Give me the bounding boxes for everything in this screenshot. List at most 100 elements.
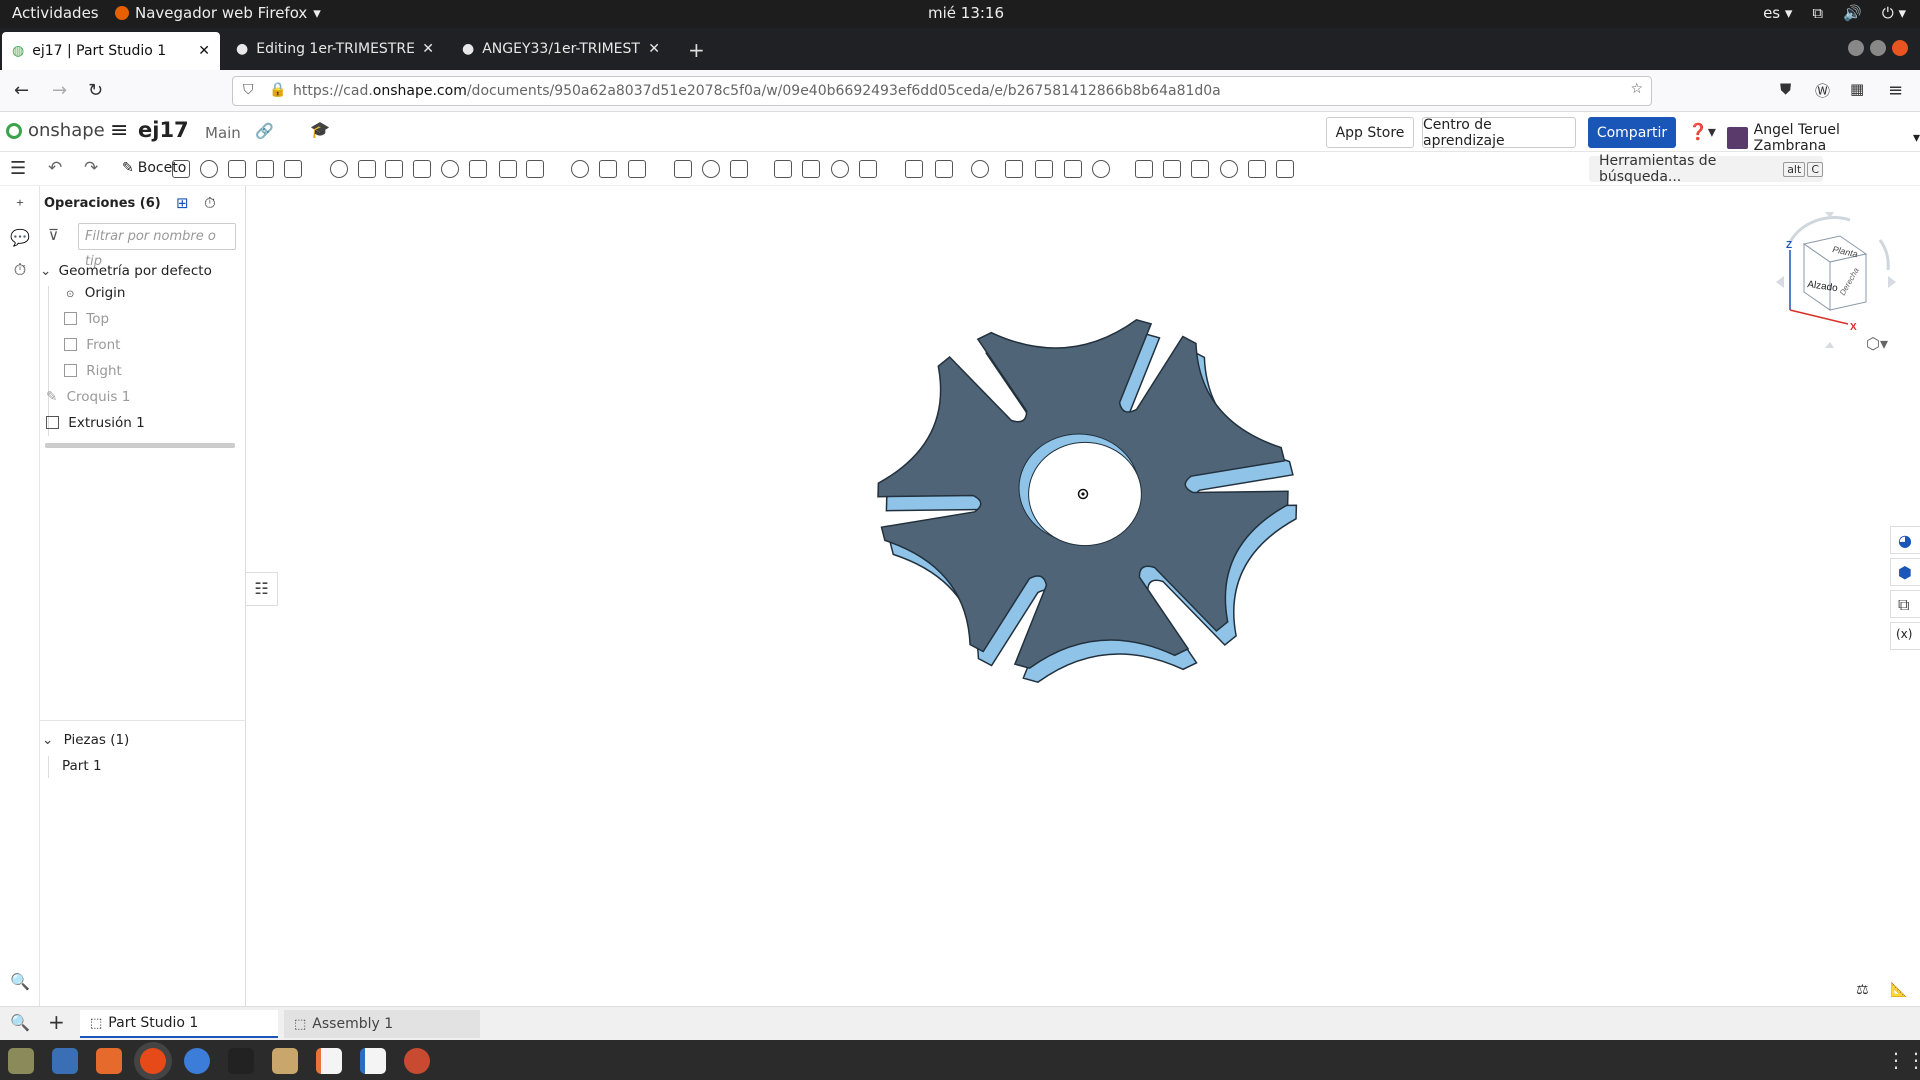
hole-icon[interactable] — [469, 160, 488, 178]
mate-connector-icon[interactable]: ⧉ — [1890, 590, 1920, 618]
volume-icon[interactable]: 🔊 — [1843, 4, 1862, 22]
terminal-app-icon[interactable] — [8, 1048, 34, 1074]
curve-icon[interactable] — [905, 160, 924, 178]
extrude-icon[interactable] — [172, 160, 191, 178]
user-menu[interactable]: Angel Teruel Zambrana ▾ — [1727, 122, 1920, 154]
close-tab-icon[interactable]: ✕ — [422, 41, 434, 57]
feature-origin[interactable]: ⊙ Origin — [66, 285, 126, 307]
back-icon[interactable]: ← — [14, 80, 29, 101]
undo-icon[interactable]: ↶ — [48, 158, 62, 178]
corner-icon[interactable] — [1064, 160, 1083, 178]
files-app-icon[interactable] — [272, 1048, 298, 1074]
maximize-button[interactable] — [1870, 40, 1886, 56]
part-item[interactable]: Part 1 — [62, 758, 102, 780]
pocket-icon[interactable]: ⛊ — [1780, 80, 1791, 98]
document-title[interactable]: ej17 — [138, 118, 189, 142]
app-store-button[interactable]: App Store — [1326, 117, 1414, 148]
mass-properties-icon[interactable]: ⚖ — [1856, 982, 1869, 998]
search-tools-field[interactable]: Herramientas de búsqueda... alt C — [1589, 153, 1823, 185]
measure-icon[interactable]: 📐 — [1890, 982, 1907, 998]
feature-top-plane[interactable]: Top — [64, 311, 109, 333]
learning-cap-icon[interactable]: 🎓 — [310, 120, 330, 139]
bookmark-star-icon[interactable]: ☆ — [1630, 81, 1643, 97]
comments-icon[interactable]: 💬 — [10, 228, 30, 248]
tab-part-studio[interactable]: ⬚ Part Studio 1 — [80, 1010, 278, 1038]
app-grid-icon[interactable]: ⋮⋮ — [1886, 1048, 1920, 1072]
software-app-icon[interactable] — [96, 1048, 122, 1074]
clock[interactable]: mié 13:16 — [928, 4, 1004, 22]
shell-icon[interactable] — [441, 160, 460, 178]
inkscape-app-icon[interactable] — [228, 1048, 254, 1074]
feature-list-icon[interactable]: ☰ — [10, 158, 26, 179]
containers-icon[interactable]: ▦ — [1850, 80, 1864, 98]
help-icon[interactable]: ❓▾ — [1688, 122, 1716, 141]
language-indicator[interactable]: es ▾ — [1763, 4, 1792, 22]
redo-icon[interactable]: ↷ — [84, 158, 98, 178]
view-cube[interactable]: Planta Alzado Derecha Z X — [1770, 210, 1900, 350]
plane-icon[interactable] — [801, 160, 820, 178]
browser-tab[interactable]: ● ANGEY33/1er-TRIMESTRE ✕ — [452, 32, 670, 66]
modify-fillet-icon[interactable] — [701, 160, 720, 178]
onshape-logo[interactable]: onshape — [6, 120, 105, 141]
settings-app-icon[interactable] — [404, 1048, 430, 1074]
sweep-icon[interactable] — [227, 160, 246, 178]
parts-properties-icon[interactable]: ⬢ — [1890, 558, 1920, 586]
mate-connector-icon[interactable] — [831, 160, 850, 178]
variable-icon[interactable] — [934, 160, 953, 178]
app-menu[interactable]: Navegador web Firefox ▾ — [115, 4, 321, 22]
transform-icon[interactable] — [628, 160, 647, 178]
chamfer-icon[interactable] — [357, 160, 376, 178]
graphics-viewport[interactable] — [246, 186, 1920, 1006]
url-bar[interactable]: ⛉ 🔒 https://cad. onshape.com/documents/95… — [232, 76, 1652, 106]
learning-center-button[interactable]: Centro de aprendizaje — [1422, 117, 1576, 149]
search-parts-icon[interactable]: 🔍 — [10, 972, 30, 992]
loft-icon[interactable] — [255, 160, 274, 178]
move-face-icon[interactable] — [774, 160, 793, 178]
thicken-icon[interactable] — [283, 160, 302, 178]
bend-icon[interactable] — [1092, 160, 1111, 178]
replace-face-icon[interactable] — [729, 160, 748, 178]
rib-icon[interactable] — [413, 160, 432, 178]
writer-app-icon[interactable] — [360, 1048, 386, 1074]
extension-icon[interactable]: Ⓦ — [1815, 80, 1830, 101]
feature-right-plane[interactable]: Right — [64, 363, 122, 385]
thunderbird-app-icon[interactable] — [52, 1048, 78, 1074]
part-3d-model[interactable] — [246, 186, 1920, 1006]
forward-icon[interactable]: → — [52, 80, 67, 101]
rotate-down-icon[interactable] — [1825, 342, 1834, 348]
form-icon[interactable] — [1134, 160, 1153, 178]
link-icon[interactable]: 🔗 — [255, 122, 274, 140]
document-search-icon[interactable]: 🔍 — [10, 1013, 30, 1032]
tab-icon[interactable] — [1034, 160, 1053, 178]
feature-extrude[interactable]: Extrusión 1 — [46, 415, 145, 437]
delete-icon[interactable] — [674, 160, 693, 178]
filter-icon[interactable]: ⊽ — [48, 226, 59, 244]
add-tab-icon[interactable]: + — [48, 1010, 65, 1034]
unfold-icon[interactable] — [1220, 160, 1239, 178]
minimize-button[interactable] — [1848, 40, 1864, 56]
pattern-icon[interactable] — [498, 160, 517, 178]
filter-input[interactable]: Filtrar por nombre o tip — [78, 223, 236, 269]
rotate-right-icon[interactable] — [1888, 276, 1896, 288]
hem-icon[interactable] — [1190, 160, 1209, 178]
lock-icon[interactable]: 🔒 — [269, 82, 286, 98]
revolve-icon[interactable] — [200, 160, 219, 178]
center-hole[interactable] — [1028, 441, 1142, 547]
activities-button[interactable]: Actividades — [12, 4, 99, 22]
rollback-timer-icon[interactable]: ⏱ — [204, 194, 216, 212]
reload-icon[interactable]: ↻ — [88, 80, 103, 101]
hamburger-menu-icon[interactable]: ≡ — [110, 118, 128, 143]
feature-sketch[interactable]: ✎ Croquis 1 — [46, 389, 130, 411]
menu-icon[interactable]: ≡ — [1888, 80, 1903, 101]
view-options-icon[interactable]: ⬡▾ — [1866, 334, 1888, 353]
tab-assembly[interactable]: ⬚ Assembly 1 — [284, 1010, 480, 1038]
share-button[interactable]: Compartir — [1588, 117, 1676, 148]
close-tab-icon[interactable]: ✕ — [198, 43, 210, 59]
orbit-arrow-icon[interactable] — [1878, 239, 1890, 271]
firefox-app-icon[interactable] — [140, 1048, 166, 1074]
joint-icon[interactable] — [1162, 160, 1181, 178]
boolean-icon[interactable] — [570, 160, 589, 178]
shield-icon[interactable]: ⛉ — [243, 82, 254, 98]
rollback-bar[interactable] — [45, 443, 235, 448]
rotate-left-icon[interactable] — [1776, 276, 1784, 288]
